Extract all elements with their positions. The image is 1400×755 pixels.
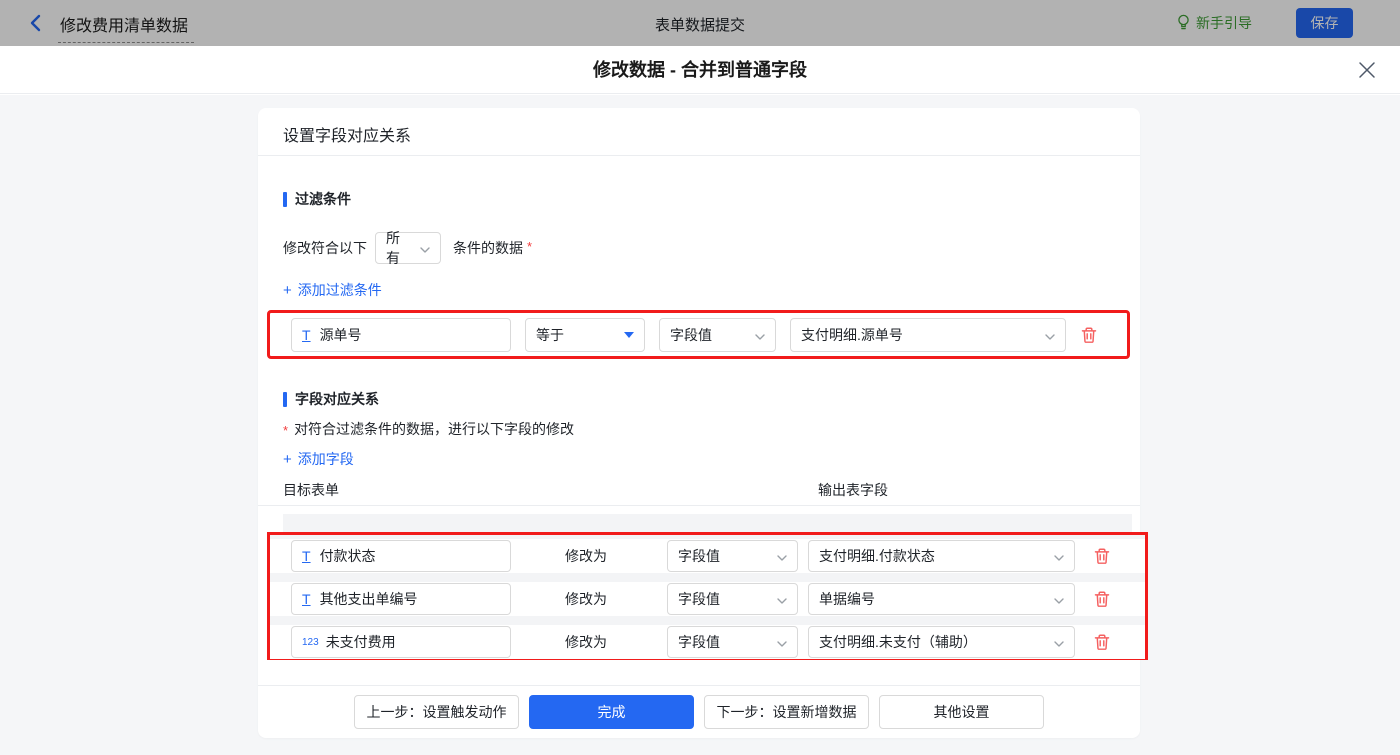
target-field-input[interactable]: T 付款状态: [291, 540, 511, 572]
save-button[interactable]: 保存: [1296, 8, 1353, 38]
beginner-guide-link[interactable]: 新手引导: [1176, 13, 1252, 33]
value-type-select[interactable]: 字段值: [659, 318, 776, 352]
top-bar: 修改费用清单数据 表单数据提交 新手引导 保存: [0, 0, 1400, 46]
plus-icon: +: [283, 451, 292, 468]
prev-step-button[interactable]: 上一步：设置触发动作: [354, 695, 519, 729]
screen: 修改费用清单数据 表单数据提交 新手引导 保存 修改数据 - 合并到普通字段 设…: [0, 0, 1400, 755]
divider: [258, 155, 1140, 156]
mapping-rows-highlight: T 付款状态 修改为 字段值 支付明细.付款状态: [267, 532, 1148, 660]
footer-actions: 上一步：设置触发动作 完成 下一步：设置新增数据 其他设置: [258, 695, 1140, 729]
filter-row-highlight: T 源单号 等于 字段值 支付明细.源单号: [267, 310, 1130, 359]
card-title: 设置字段对应关系: [283, 122, 411, 146]
section-marker: [283, 392, 287, 407]
mapping-section-title: 字段对应关系: [283, 389, 379, 409]
done-button[interactable]: 完成: [529, 695, 694, 729]
chevron-down-icon: [777, 634, 787, 650]
trash-icon[interactable]: [1093, 547, 1111, 565]
filter-section-title: 过滤条件: [283, 189, 351, 209]
close-icon[interactable]: [1358, 61, 1376, 79]
chevron-down-icon: [777, 548, 787, 564]
chevron-down-icon: [1045, 327, 1055, 343]
partial-row: [283, 514, 1132, 532]
column-header-output: 输出表字段: [818, 480, 888, 500]
column-header-target: 目标表单: [283, 480, 339, 500]
chevron-down-icon: [777, 591, 787, 607]
target-field-input[interactable]: T 其他支出单编号: [291, 583, 511, 615]
modify-label: 修改为: [565, 589, 667, 609]
mapping-row: 123 未支付费用 修改为 字段值 支付明细.未支付（辅助）: [270, 625, 1145, 659]
required-mark: *: [283, 423, 288, 438]
modal-dialog: 修改数据 - 合并到普通字段 设置字段对应关系 过滤条件 修改符合以下 所有: [0, 46, 1400, 755]
text-field-icon: T: [302, 591, 311, 607]
output-field-select[interactable]: 单据编号: [808, 583, 1075, 615]
value-type-select[interactable]: 字段值: [667, 540, 798, 572]
settings-card: 设置字段对应关系 过滤条件 修改符合以下 所有 条件的数据: [258, 108, 1140, 738]
beginner-guide-label: 新手引导: [1196, 13, 1252, 33]
number-field-icon: 123: [302, 637, 319, 648]
next-step-button[interactable]: 下一步：设置新增数据: [704, 695, 869, 729]
match-mode-select[interactable]: 所有: [375, 232, 441, 264]
divider: [258, 505, 1140, 506]
value-select[interactable]: 支付明细.源单号: [790, 318, 1066, 352]
output-field-select[interactable]: 支付明细.未支付（辅助）: [808, 626, 1075, 658]
output-field-select[interactable]: 支付明细.付款状态: [808, 540, 1075, 572]
filter-condition-row: 修改符合以下 所有 条件的数据 *: [283, 232, 532, 264]
other-settings-button[interactable]: 其他设置: [879, 695, 1044, 729]
mapping-row: T 付款状态 修改为 字段值 支付明细.付款状态: [270, 539, 1145, 573]
modify-label: 修改为: [565, 632, 667, 652]
chevron-down-icon: [420, 240, 430, 256]
modify-label: 修改为: [565, 546, 667, 566]
text-field-icon: T: [302, 548, 311, 564]
chevron-down-icon: [1054, 548, 1064, 564]
value-type-select[interactable]: 字段值: [667, 583, 798, 615]
operator-select[interactable]: 等于: [525, 318, 645, 352]
modal-header: 修改数据 - 合并到普通字段: [0, 46, 1400, 94]
chevron-down-icon: [1054, 634, 1064, 650]
target-field-input[interactable]: 123 未支付费用: [291, 626, 511, 658]
mapping-row: T 其他支出单编号 修改为 字段值 单据编号: [270, 582, 1145, 616]
section-marker: [283, 192, 287, 207]
trash-icon[interactable]: [1093, 590, 1111, 608]
plus-icon: +: [283, 282, 292, 299]
divider: [258, 685, 1140, 686]
condition-prefix: 修改符合以下: [283, 238, 367, 258]
modal-title: 修改数据 - 合并到普通字段: [0, 46, 1400, 94]
condition-suffix: 条件的数据: [453, 238, 523, 258]
mapping-hint: * 对符合过滤条件的数据，进行以下字段的修改: [283, 419, 574, 439]
modal-body: 设置字段对应关系 过滤条件 修改符合以下 所有 条件的数据: [0, 95, 1400, 755]
add-filter-condition-link[interactable]: + 添加过滤条件: [283, 280, 382, 300]
trash-icon[interactable]: [1093, 633, 1111, 651]
chevron-down-icon: [1054, 591, 1064, 607]
chevron-down-icon: [755, 327, 765, 343]
trash-icon[interactable]: [1080, 326, 1098, 344]
filter-field-input[interactable]: T 源单号: [291, 318, 511, 352]
add-field-link[interactable]: + 添加字段: [283, 449, 354, 469]
required-mark: *: [527, 239, 532, 254]
value-type-select[interactable]: 字段值: [667, 626, 798, 658]
lightbulb-icon: [1176, 14, 1191, 33]
text-field-icon: T: [302, 327, 311, 343]
caret-down-icon: [624, 332, 634, 338]
